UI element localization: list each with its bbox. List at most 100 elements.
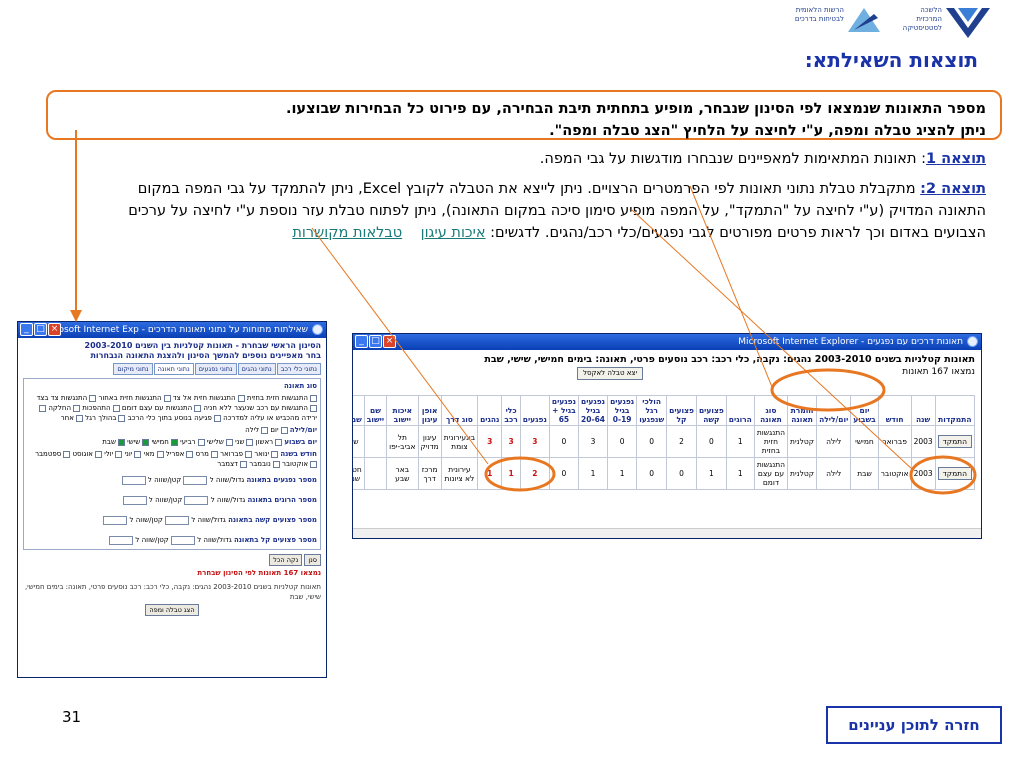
option-front-front[interactable]: התנגשות חזית בחזית [247,394,317,402]
horizontal-scrollbar[interactable] [353,528,981,538]
tab-vehicles[interactable]: נתוני כלי רכב [276,363,321,375]
close-icon[interactable]: × [383,335,396,348]
back-to-contents-button[interactable]: חזרה לתוכן עניינים [826,706,1002,744]
column-header[interactable]: נפגעים בגיל 20-64 [577,395,609,426]
option-jun[interactable]: יוני [124,450,142,458]
column-header[interactable]: חודש [877,395,912,426]
accident-type-label: סוג תאונה [284,382,317,390]
killed-min-input[interactable] [184,495,209,505]
column-header[interactable]: נהגים [477,395,503,426]
focus-button[interactable]: התמקד [937,435,972,448]
table-cell: 0 [695,425,727,458]
option-other[interactable]: אחר [61,414,83,422]
table-cell: 0 [666,457,697,490]
linked-cell-drivers[interactable]: 3 [477,425,503,458]
option-friday[interactable]: שישי [127,438,150,446]
column-header[interactable]: יום בשבוע [850,395,879,426]
column-header[interactable]: שם י [353,395,365,426]
minimize-icon[interactable]: _ [20,323,33,336]
column-header[interactable]: התמקדות [934,395,976,426]
column-header[interactable]: פצועים קשה [695,395,727,426]
tab-drivers[interactable]: נתוני נהגים [237,363,276,375]
column-header[interactable]: כלי רכב [501,395,521,426]
option-tuesday[interactable]: שלישי [207,438,233,446]
option-may[interactable]: מאי [144,450,164,458]
severe-min-input[interactable] [165,515,190,525]
option-oct[interactable]: אוקטובר [282,460,317,468]
clear-all-button[interactable]: נקה הכל [269,554,303,566]
link-anchoring-quality[interactable]: איכות עיגון [421,225,486,241]
option-pedestrian[interactable]: בהולך רגל [85,414,126,422]
option-wednesday[interactable]: רביעי [180,438,205,446]
column-header[interactable]: נפגעים [519,395,550,426]
option-night[interactable]: לילה [245,426,269,434]
show-table-map-button[interactable]: הצג טבלה ומפה [145,604,199,616]
column-header[interactable]: סוג דרך [440,395,479,426]
linked-cell-drivers[interactable]: 1 [477,457,503,490]
option-front-side[interactable]: התנגשות חזית אל צד [173,394,245,402]
column-header[interactable]: חומרת תאונה [787,395,818,426]
option-parked[interactable]: התנגשות עם רכב שנעצר ללא חניה [203,404,317,412]
column-header[interactable]: הולכי רגל שנפגעו [636,395,668,426]
option-feb[interactable]: פברואר [220,450,252,458]
column-header[interactable]: יום/לילה [816,395,852,426]
option-side-side[interactable]: התנגשות צד בצד [36,394,97,402]
option-nov[interactable]: נובמבר [249,460,280,468]
filter-summary: תאונות קטלניות בשנים 2003-2010 נהגים: נק… [24,583,321,601]
light-max-input[interactable] [109,535,134,545]
option-thursday[interactable]: חמישי [151,438,178,446]
column-header[interactable]: סוג תאונה [753,395,789,426]
option-sep[interactable]: ספטמבר [35,450,71,458]
option-jan[interactable]: ינואר [254,450,279,458]
column-header[interactable]: אופן עיגון [417,395,442,426]
tab-casualties[interactable]: נתוני נפגעים [194,363,237,375]
option-apr[interactable]: אפריל [166,450,194,458]
minimize-icon[interactable]: _ [355,335,368,348]
linked-cell-vehicles[interactable]: 1 [501,457,521,490]
casualties-max-input[interactable] [121,475,146,485]
result-2-label: תוצאה 2: [920,181,986,197]
maximize-icon[interactable]: □ [34,323,47,336]
linked-cell-vehicles[interactable]: 3 [501,425,521,458]
option-jul[interactable]: יולי [104,450,123,458]
casualties-min-input[interactable] [183,475,208,485]
linked-cell-casualties[interactable]: 2 [519,457,550,490]
option-dec[interactable]: דצמבר [217,460,248,468]
linked-cell-casualties[interactable]: 3 [519,425,550,458]
light-min-input[interactable] [170,535,195,545]
option-skid[interactable]: החלקה [48,404,81,412]
additional-filter-heading: בחר מאפיינים נוספים להמשך הסינון ולהצגת … [90,351,321,360]
option-mar[interactable]: מרס [196,450,218,458]
column-header[interactable]: שם יישוב [363,395,388,426]
option-object[interactable]: התנגשות עם עצם דומם [122,404,202,412]
option-day[interactable]: יום [270,426,288,434]
table-cell: שבת [850,457,879,490]
maximize-icon[interactable]: □ [369,335,382,348]
column-header[interactable]: פצועים קל [666,395,697,426]
option-sunday[interactable]: ראשון [256,438,283,446]
option-aug[interactable]: אוגוסט [73,450,102,458]
severe-max-input[interactable] [103,515,128,525]
export-excel-button[interactable]: יצא טבלה לאקסל [577,367,644,380]
option-passenger[interactable]: פגיעה בנוסע בתוך כלי הרכב [128,414,221,422]
link-linked-tables[interactable]: טבלאות מקושרות [292,225,402,241]
column-header[interactable]: שנה [910,395,936,426]
tab-location[interactable]: נתוני מיקום [113,363,153,375]
killed-max-input[interactable] [122,495,147,505]
table-cell: 1 [695,457,727,490]
column-header[interactable]: איכות יישוב [386,395,419,426]
close-icon[interactable]: × [48,323,61,336]
option-saturday[interactable]: שבת [102,438,125,446]
accident-type-options: התנגשות חזית בחזית התנגשות חזית אל צד הת… [27,393,317,423]
option-rollover[interactable]: התהפכות [82,404,120,412]
column-header[interactable]: נפגעים בגיל + 65 [548,395,579,426]
option-front-rear[interactable]: התנגשות חזית באחור [98,394,171,402]
result-2-text: מתקבלת טבלת נתוני תאונות לפי הפרמטרים הר… [128,181,986,241]
tab-accident[interactable]: נתוני תאונה [153,363,194,375]
filter-button[interactable]: סנן [304,554,321,566]
column-header[interactable]: הרוגים [725,395,755,426]
range-light: מספר פצועים קל בתאונה גדול/שווה ל קטן/שו… [27,535,317,545]
focus-button[interactable]: התמקד [937,467,972,480]
column-header[interactable]: נפגעים בגיל 0-19 [607,395,638,426]
option-monday[interactable]: שני [235,438,254,446]
